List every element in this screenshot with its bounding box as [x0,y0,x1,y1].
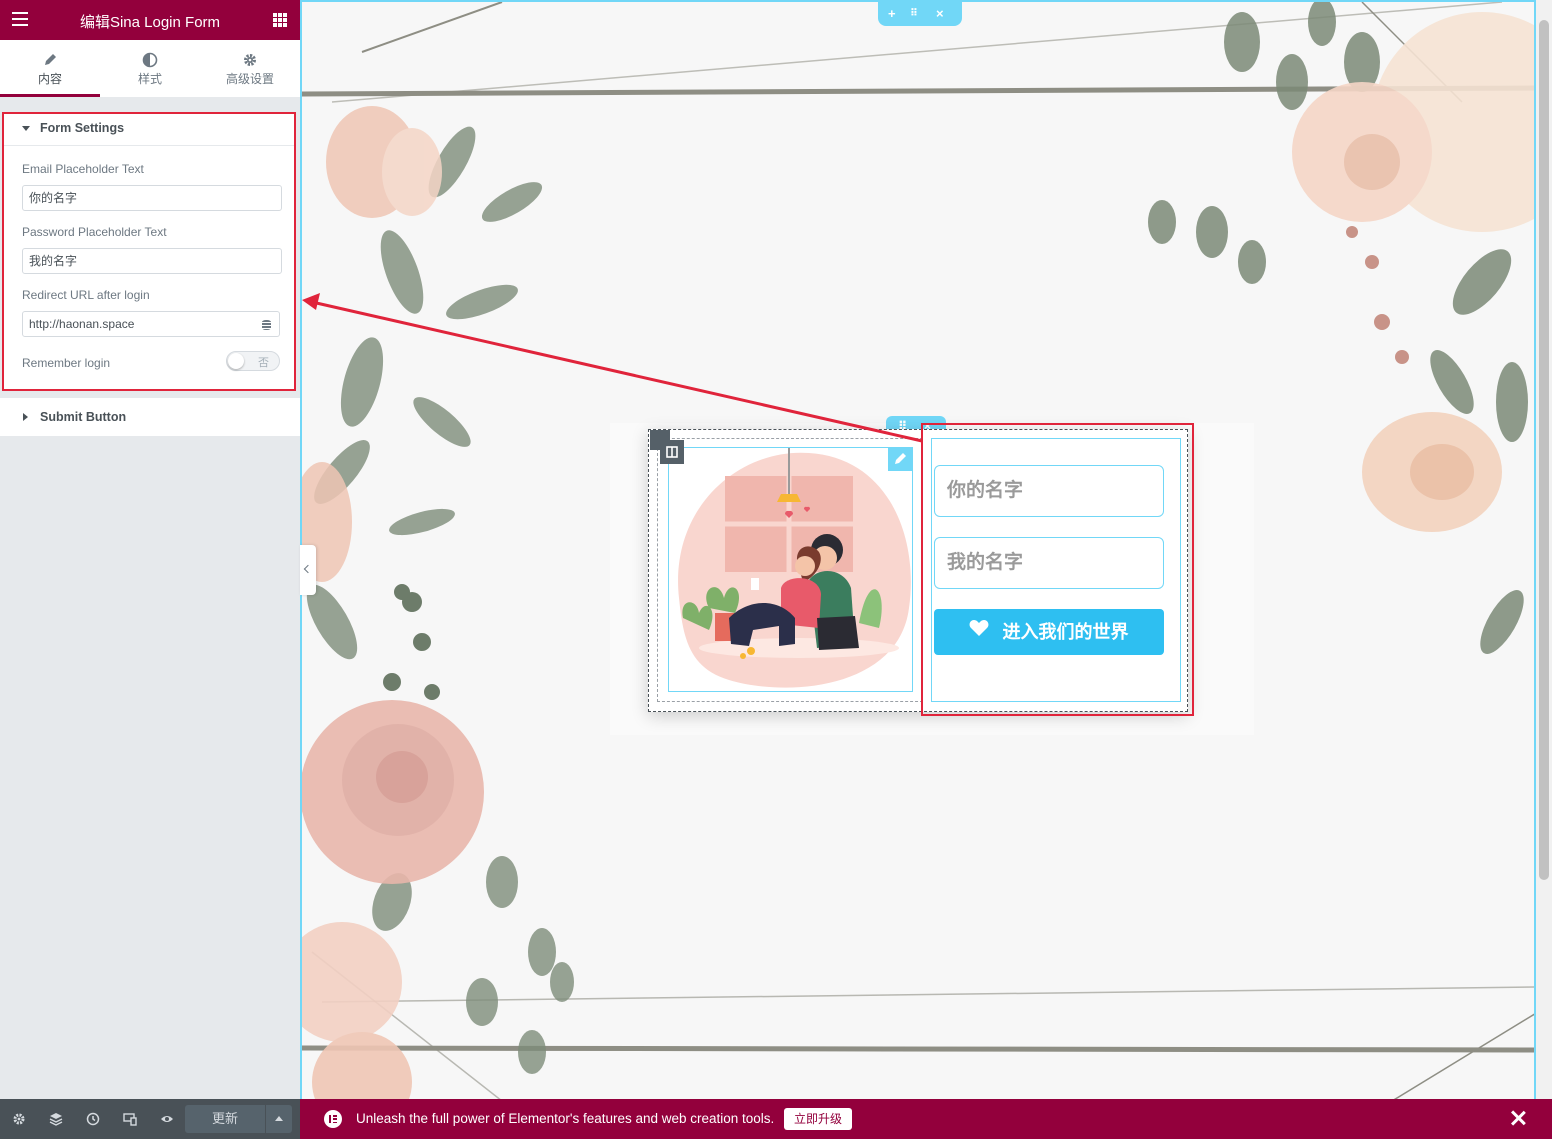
panel-title: 编辑Sina Login Form [79,14,221,31]
tab-advanced[interactable]: 高级设置 [200,40,300,97]
preview-eye-icon[interactable] [160,1112,174,1126]
pencil-icon [0,52,100,68]
login-submit-button[interactable]: 进入我们的世界 [934,609,1164,655]
widgets-grid-icon[interactable] [273,13,287,27]
remember-login-switch[interactable]: 否 [226,351,280,371]
caret-right-icon [23,413,28,421]
gear-icon [200,52,300,68]
menu-icon[interactable] [12,12,28,28]
editor-panel: 编辑Sina Login Form 内容 样式 高级设置 Form Settin… [0,0,300,1139]
canvas-scrollbar[interactable] [1536,0,1552,1099]
tab-style-label: 样式 [137,72,162,86]
promo-bar: Unleash the full power of Elementor's fe… [300,1099,1552,1139]
add-section-icon[interactable]: + [888,6,896,21]
login-email-field[interactable]: 你的名字 [934,465,1164,517]
responsive-mode-icon[interactable] [123,1112,137,1126]
form-settings-heading: Form Settings [40,121,125,135]
form-settings-toggle[interactable]: Form Settings [4,114,294,146]
delete-section-icon[interactable]: × [936,6,944,21]
scrollbar-thumb[interactable] [1539,20,1549,880]
heart-icon [969,608,989,654]
panel-header: 编辑Sina Login Form [0,0,300,40]
email-placeholder-input[interactable]: 你的名字 [22,185,282,211]
section-handle[interactable]: + ⠿ × [878,2,962,26]
tab-style[interactable]: 样式 [100,40,200,97]
switch-state: 否 [258,357,269,369]
edit-widget-pencil-icon[interactable] [888,447,912,471]
redirect-url-input[interactable]: http://haonan.space [22,311,256,337]
password-placeholder-label: Password Placeholder Text [22,225,167,239]
submit-button-section: Submit Button [0,398,300,436]
chevron-left-icon [303,564,313,574]
settings-icon[interactable] [12,1112,26,1126]
save-options-button[interactable] [266,1105,292,1133]
upgrade-button[interactable]: 立即升级 [784,1108,852,1130]
submit-button-heading: Submit Button [40,410,127,424]
history-icon[interactable] [86,1112,100,1126]
caret-up-icon [275,1116,283,1121]
submit-label: 进入我们的世界 [1002,622,1129,642]
half-circle-icon [100,52,200,68]
collapse-panel-button[interactable] [300,545,316,595]
remember-login-label: Remember login [22,356,111,370]
form-settings-section: Form Settings Email Placeholder Text 你的名… [2,112,296,391]
database-icon [262,320,271,330]
promo-message: Unleash the full power of Elementor's fe… [356,1111,775,1126]
edit-column-icon[interactable] [660,440,684,464]
submit-button-toggle[interactable]: Submit Button [0,398,300,436]
switch-knob [228,353,244,369]
couple-illustration [668,447,913,692]
redirect-url-label: Redirect URL after login [22,288,150,302]
close-promo-icon[interactable] [1510,1109,1526,1127]
panel-footer: 更新 [0,1099,300,1139]
panel-tabs: 内容 样式 高级设置 [0,40,300,97]
tab-advanced-label: 高级设置 [225,72,274,86]
navigator-layers-icon[interactable] [49,1112,63,1126]
login-password-field[interactable]: 我的名字 [934,537,1164,589]
drag-section-icon[interactable]: ⠿ [910,8,918,19]
tab-content[interactable]: 内容 [0,40,100,97]
update-button[interactable]: 更新 [185,1105,265,1133]
elementor-logo-icon [324,1110,342,1128]
email-placeholder-label: Email Placeholder Text [22,162,144,176]
password-placeholder-input[interactable]: 我的名字 [22,248,282,274]
caret-down-icon [22,126,30,131]
tab-content-label: 内容 [37,72,62,86]
dynamic-tags-button[interactable] [253,311,280,337]
